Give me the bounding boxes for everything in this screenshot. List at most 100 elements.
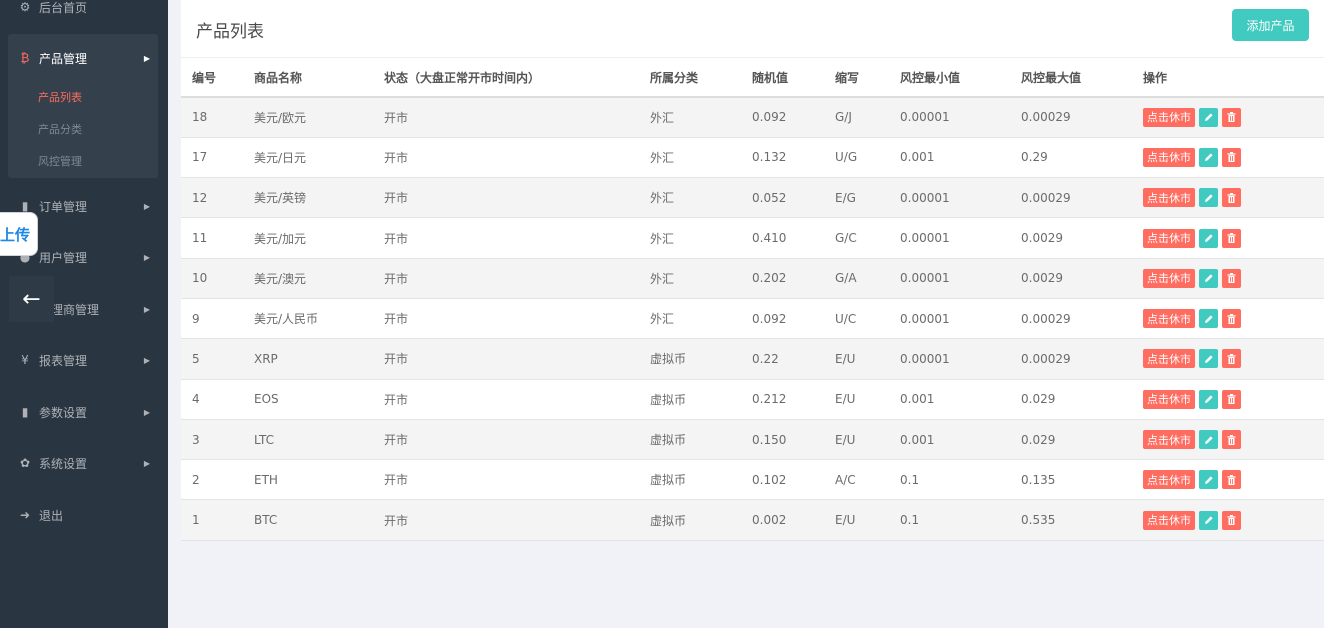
- sidebar-item-label: 用户管理: [39, 250, 88, 265]
- trash-icon[interactable]: [1222, 349, 1241, 369]
- close-market-button[interactable]: 点击休市: [1143, 349, 1195, 369]
- cell-random: 0.410: [752, 231, 787, 246]
- trash-icon[interactable]: [1222, 228, 1241, 248]
- row-actions: 点击休市: [1143, 268, 1324, 288]
- cell-actions: 点击休市: [1143, 258, 1324, 298]
- close-market-button[interactable]: 点击休市: [1143, 309, 1195, 329]
- close-market-button[interactable]: 点击休市: [1143, 188, 1195, 208]
- cell-risk-min: 0.00001: [900, 351, 950, 366]
- close-market-button[interactable]: 点击休市: [1143, 470, 1195, 490]
- submenu-item-product-list[interactable]: 产品列表: [38, 89, 82, 105]
- cell-risk-min: 0.1: [900, 472, 920, 487]
- cell-id: 9: [192, 311, 200, 326]
- pencil-icon[interactable]: [1199, 107, 1218, 127]
- panel-header: 产品列表 添加产品: [181, 0, 1324, 58]
- close-market-button[interactable]: 点击休市: [1143, 389, 1195, 409]
- cell-name: 美元/人民币: [254, 312, 319, 327]
- cell-random: 0.092: [752, 110, 787, 125]
- sidebar-item-logout[interactable]: ➜ 退出: [0, 500, 168, 530]
- cell-category: 虚拟币: [650, 352, 687, 367]
- submenu-item-product-category[interactable]: 产品分类: [38, 121, 82, 137]
- cell-abbr: E/U: [835, 432, 856, 447]
- table-header-row: 编号 商品名称 状态（大盘正常开市时间内） 所属分类 随机值 缩写 风控最小值 …: [181, 59, 1324, 98]
- close-market-button[interactable]: 点击休市: [1143, 107, 1195, 127]
- pencil-icon[interactable]: [1199, 349, 1218, 369]
- column-header-id: 编号: [181, 59, 254, 98]
- column-header-category: 所属分类: [650, 59, 752, 98]
- cell-category: 外汇: [650, 150, 675, 165]
- cell-random: 0.212: [752, 392, 787, 407]
- submenu-item-risk-control[interactable]: 风控管理: [38, 153, 82, 169]
- sidebar-item-label: 产品管理: [39, 51, 88, 66]
- trash-icon[interactable]: [1222, 107, 1241, 127]
- add-product-button[interactable]: 添加产品: [1232, 9, 1309, 41]
- product-table: 编号 商品名称 状态（大盘正常开市时间内） 所属分类 随机值 缩写 风控最小值 …: [181, 59, 1324, 541]
- sidebar-item-label: 报表管理: [39, 353, 88, 368]
- cell-actions: 点击休市: [1143, 178, 1324, 218]
- file-icon: ▮: [21, 405, 29, 419]
- cell-status: 开市: [384, 231, 409, 246]
- table-row: 2 ETH 开市 虚拟币 0.102 A/C 0.1 0.135 点击休市: [181, 460, 1324, 500]
- pencil-icon[interactable]: [1199, 389, 1218, 409]
- caret-right-icon: ▶: [143, 458, 150, 468]
- table-row: 17 美元/日元 开市 外汇 0.132 U/G 0.001 0.29 点击休市: [181, 137, 1324, 178]
- pencil-icon[interactable]: [1199, 268, 1218, 288]
- pencil-icon[interactable]: [1199, 510, 1218, 530]
- trash-icon[interactable]: [1222, 430, 1241, 450]
- pencil-icon[interactable]: [1199, 430, 1218, 450]
- cell-status: 开市: [384, 110, 409, 125]
- cell-random: 0.202: [752, 271, 787, 286]
- cell-random: 0.150: [752, 432, 787, 447]
- sidebar-item-dashboard[interactable]: ⚙ 后台首页: [0, 0, 168, 22]
- cell-name: XRP: [254, 351, 278, 366]
- product-list-panel: 产品列表 添加产品 编号 商品名称 状态（大盘正常开市时间内） 所属分类 随机值…: [181, 0, 1324, 541]
- sidebar-item-params[interactable]: ▮ 参数设置 ▶: [0, 397, 168, 427]
- close-market-button[interactable]: 点击休市: [1143, 510, 1195, 530]
- cell-risk-max: 0.00029: [1021, 190, 1071, 205]
- pencil-icon[interactable]: [1199, 470, 1218, 490]
- back-arrow-icon[interactable]: ←: [9, 276, 54, 322]
- upload-button[interactable]: 上传: [0, 212, 38, 256]
- cell-status: 开市: [384, 150, 409, 165]
- row-actions: 点击休市: [1143, 470, 1324, 490]
- table-row: 4 EOS 开市 虚拟币 0.212 E/U 0.001 0.029 点击休市: [181, 379, 1324, 420]
- trash-icon[interactable]: [1222, 389, 1241, 409]
- cell-category: 虚拟币: [650, 473, 687, 488]
- cell-actions: 点击休市: [1143, 97, 1324, 137]
- trash-icon[interactable]: [1222, 268, 1241, 288]
- close-market-button[interactable]: 点击休市: [1143, 430, 1195, 450]
- sidebar-item-label: 后台首页: [39, 0, 88, 15]
- close-market-button[interactable]: 点击休市: [1143, 268, 1195, 288]
- cell-risk-max: 0.00029: [1021, 110, 1071, 125]
- pencil-icon[interactable]: [1199, 228, 1218, 248]
- cell-risk-max: 0.535: [1021, 513, 1056, 528]
- trash-icon[interactable]: [1222, 470, 1241, 490]
- pencil-icon[interactable]: [1199, 147, 1218, 167]
- cell-actions: 点击休市: [1143, 137, 1324, 177]
- cell-name: ETH: [254, 472, 278, 487]
- close-market-button[interactable]: 点击休市: [1143, 147, 1195, 167]
- sidebar-item-label: 参数设置: [39, 405, 88, 420]
- cell-risk-min: 0.00001: [900, 231, 950, 246]
- cell-abbr: G/A: [835, 271, 857, 286]
- trash-icon[interactable]: [1222, 510, 1241, 530]
- close-market-button[interactable]: 点击休市: [1143, 228, 1195, 248]
- table-row: 12 美元/英镑 开市 外汇 0.052 E/G 0.00001 0.00029…: [181, 177, 1324, 218]
- table-row: 11 美元/加元 开市 外汇 0.410 G/C 0.00001 0.0029 …: [181, 218, 1324, 259]
- trash-icon[interactable]: [1222, 188, 1241, 208]
- pencil-icon[interactable]: [1199, 188, 1218, 208]
- trash-icon[interactable]: [1222, 147, 1241, 167]
- cell-actions: 点击休市: [1143, 379, 1324, 419]
- cell-risk-max: 0.29: [1021, 150, 1048, 165]
- sidebar-item-reports[interactable]: ¥ 报表管理 ▶: [0, 345, 168, 375]
- cell-name: EOS: [254, 392, 279, 407]
- cell-abbr: U/C: [835, 311, 857, 326]
- cell-risk-max: 0.00029: [1021, 351, 1071, 366]
- cell-status: 开市: [384, 513, 409, 528]
- pencil-icon[interactable]: [1199, 309, 1218, 329]
- sidebar-item-label: 订单管理: [39, 199, 88, 214]
- trash-icon[interactable]: [1222, 309, 1241, 329]
- table-row: 9 美元/人民币 开市 外汇 0.092 U/C 0.00001 0.00029…: [181, 298, 1324, 339]
- sidebar-item-system[interactable]: ✿ 系统设置 ▶: [0, 448, 168, 478]
- sidebar-item-products[interactable]: ₿ 产品管理 ▶: [0, 43, 168, 73]
